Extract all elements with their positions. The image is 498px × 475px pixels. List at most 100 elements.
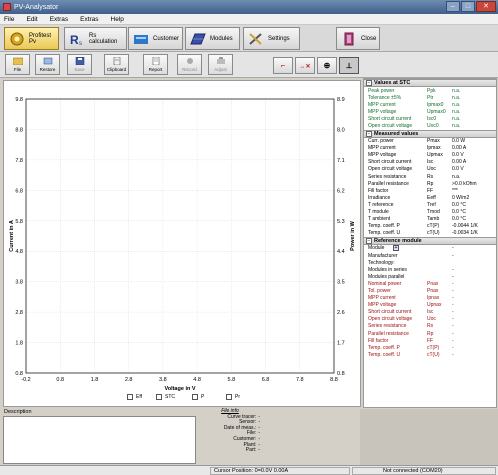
collapse-icon[interactable]: −	[366, 80, 372, 86]
reference-row: Series resistance Rs -	[364, 323, 496, 330]
param-label: Nominal power	[368, 280, 402, 287]
param-value: -	[452, 273, 454, 280]
magnifier-icon: ⊕	[323, 61, 331, 70]
measured-row: Short circuit current Isc 0.00 A	[364, 159, 496, 166]
measured-row: Irradiance Eeff 0 W/m2	[364, 194, 496, 201]
menu-extras-2[interactable]: Extras	[80, 16, 98, 23]
settings-button[interactable]: Settings	[243, 27, 300, 50]
section-stc[interactable]: − Values at STC	[364, 79, 496, 87]
measured-row: Series resistance Rs n.a.	[364, 173, 496, 180]
reference-row: Open circuit voltage Uoc -	[364, 316, 496, 323]
param-symbol: Isc	[427, 159, 434, 166]
maximize-icon[interactable]: □	[461, 1, 475, 12]
param-symbol: Pnax	[427, 280, 439, 287]
y-axis-label: Current in A	[9, 220, 15, 252]
checkbox-box[interactable]	[192, 394, 198, 400]
y2-axis-label: Power in W	[350, 220, 356, 250]
ref-plain-rows: Module - + Manufacturer - Technology: Modules …	[364, 245, 496, 280]
magnifier-button[interactable]: ⊕	[317, 57, 337, 74]
profitest-button[interactable]: Profitest Pv	[4, 27, 59, 50]
y-tick-label: 5.8	[15, 219, 23, 225]
record-button[interactable]: Record	[177, 54, 202, 75]
measured-row: T module Tmod 0.0 °C	[364, 209, 496, 216]
param-value: -	[452, 302, 454, 309]
clipboard-button[interactable]: Clipboard	[104, 54, 129, 75]
measured-row: Temp. coeff. P cT(P) -0.0044 1/K	[364, 223, 496, 230]
section-measured[interactable]: − Measured values	[364, 129, 496, 138]
file-button[interactable]: File	[5, 54, 30, 75]
file-info-row: Part: -	[200, 447, 260, 454]
menu-help[interactable]: Help	[111, 16, 124, 23]
module-select-icon[interactable]: +	[393, 245, 399, 252]
param-label: MPP current	[368, 145, 396, 152]
param-value: -	[452, 323, 454, 330]
connection-status: Not connected (COM20)	[352, 467, 496, 475]
tools-icon	[249, 32, 262, 45]
param-label: Modules in series	[368, 266, 407, 273]
checkbox-eff[interactable]: Eff	[127, 394, 142, 400]
reference-info-row: Modules parallel -	[364, 273, 496, 280]
reference-row: MPP voltage Upnax -	[364, 302, 496, 309]
param-value: n.a.	[452, 123, 461, 130]
param-label: Module	[368, 245, 385, 252]
section-reference[interactable]: − Reference module	[364, 236, 496, 245]
report-button[interactable]: Report	[143, 54, 168, 75]
checkbox-pr[interactable]: Pr	[226, 394, 240, 400]
customer-button[interactable]: Customer	[128, 27, 183, 50]
cursor-position: Cursor Position: 0=0.0V 0.00A	[210, 467, 350, 475]
iv-chart[interactable]: -0.2 0.8 1.8 2.8 3.8 4.8 5.8 6.8 7.8 8.8 9.8 8.9 8.8…	[3, 80, 361, 407]
menu-edit[interactable]: Edit	[26, 16, 37, 23]
zoom-fit-button[interactable]: ⌐	[273, 57, 293, 74]
param-value: -0.0044 1/K	[452, 223, 478, 230]
stc-row: Peak power Ppk n.a.	[364, 87, 496, 94]
checkbox-box[interactable]	[226, 394, 232, 400]
checkbox-box[interactable]	[156, 394, 162, 400]
minimize-icon[interactable]: –	[446, 1, 460, 12]
param-value: n.a.	[452, 108, 461, 115]
ref-rows: Nominal power Pnax - Tol. power Pnax - MPP cur…	[364, 280, 496, 358]
param-value: 0.0 V	[452, 152, 464, 159]
rs-calculation-button[interactable]: Rs Rs calculation	[64, 27, 127, 50]
y2-tick-label: 5.3	[337, 219, 345, 225]
window-title: PV-Analysator	[14, 3, 59, 11]
menu-extras[interactable]: Extras	[50, 16, 68, 23]
collapse-icon[interactable]: −	[366, 130, 372, 137]
adjust-icon	[216, 57, 225, 64]
param-symbol: Tamb	[427, 216, 440, 223]
adjust-button[interactable]: Adjust	[208, 54, 233, 75]
y-tick-label: 3.8	[15, 280, 23, 286]
chart-svg: -0.2 0.8 1.8 2.8 3.8 4.8 5.8 6.8 7.8 8.89.8 8.98.8…	[9, 97, 356, 392]
param-symbol: cT(U)	[427, 351, 440, 358]
param-label: Fill factor	[368, 187, 389, 194]
arrows-icon: ↔✕	[299, 64, 311, 70]
checkbox-box[interactable]	[127, 394, 133, 400]
reference-info-row: Module - +	[364, 245, 496, 252]
param-value: 0.0 W	[452, 138, 466, 145]
file-info-label: Part:	[245, 447, 257, 454]
zoom-out-x-button[interactable]: ↔✕	[295, 57, 315, 74]
close-window-icon[interactable]: ✕	[476, 1, 496, 12]
description-field[interactable]	[3, 416, 196, 464]
y2-tick-label: 6.2	[337, 188, 345, 194]
param-label: Parallel resistance	[368, 180, 409, 187]
param-value: -	[452, 266, 454, 273]
param-label: Temp. coeff. P	[368, 344, 400, 351]
menu-file[interactable]: File	[4, 16, 14, 23]
param-label: MPP voltage	[368, 302, 397, 309]
save-button[interactable]: Save	[67, 54, 92, 75]
checkbox-stc[interactable]: STC	[156, 394, 175, 400]
restore-button[interactable]: Restore	[35, 54, 60, 75]
modules-button[interactable]: Modules	[185, 27, 240, 50]
collapse-icon[interactable]: −	[366, 237, 372, 244]
cursor-button[interactable]: ⟂	[339, 57, 359, 74]
param-value: 0.0 °C	[452, 209, 466, 216]
param-value: 0.0 °C	[452, 216, 466, 223]
file-info: File info Curve tracer: - Sensor: - Date of …	[200, 408, 260, 454]
measured-row: T reference Tref 0.0 °C	[364, 201, 496, 208]
param-label: Technology:	[368, 259, 395, 266]
param-symbol: Isc	[427, 309, 434, 316]
close-button[interactable]: Close	[336, 27, 380, 50]
measured-row: Curr. power Pmax 0.0 W	[364, 138, 496, 145]
y-tick-label: 0.8	[15, 371, 23, 377]
checkbox-p[interactable]: P	[192, 394, 204, 400]
